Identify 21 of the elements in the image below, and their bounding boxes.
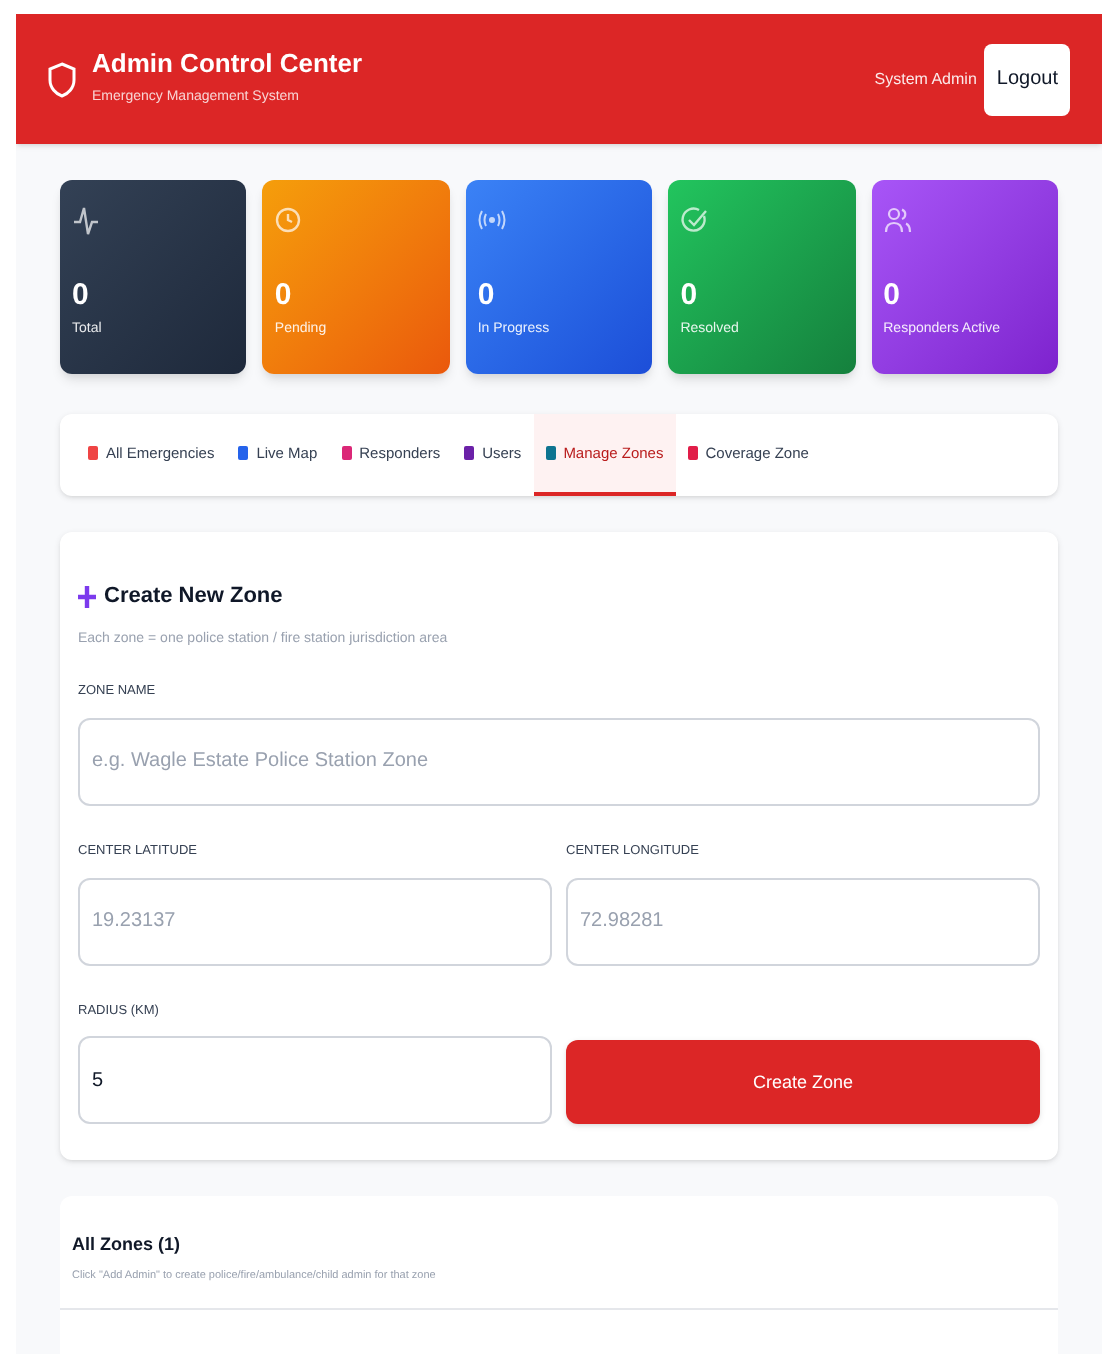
- logout-button[interactable]: Logout: [984, 43, 1070, 115]
- user-name: System Admin: [874, 67, 977, 91]
- section-title: All Zones (1): [72, 1232, 183, 1259]
- input-field[interactable]: 5: [78, 1036, 552, 1125]
- section-title: Create New Zone: [104, 582, 283, 612]
- shield-icon: [48, 61, 76, 97]
- input-field[interactable]: 72.98281: [566, 877, 1040, 965]
- input-field[interactable]: e.g. Wagle Estate Police Station Zone: [78, 717, 1040, 806]
- create-zone-button[interactable]: Create Zone: [566, 1040, 1040, 1125]
- stat-value: 0: [680, 280, 700, 310]
- users-icon: [883, 204, 912, 236]
- pulse-icon: [72, 204, 100, 236]
- stat-value: 0: [72, 280, 91, 310]
- stat-value: 0: [883, 280, 902, 310]
- plus-icon: [78, 585, 96, 608]
- clock-icon: [274, 204, 303, 236]
- check-circle-icon: [680, 204, 709, 236]
- stat-value: 0: [274, 280, 294, 310]
- app-title: Admin Control Center: [92, 48, 363, 81]
- stat-value: 0: [477, 280, 497, 310]
- input-field[interactable]: 19.23137: [78, 877, 552, 965]
